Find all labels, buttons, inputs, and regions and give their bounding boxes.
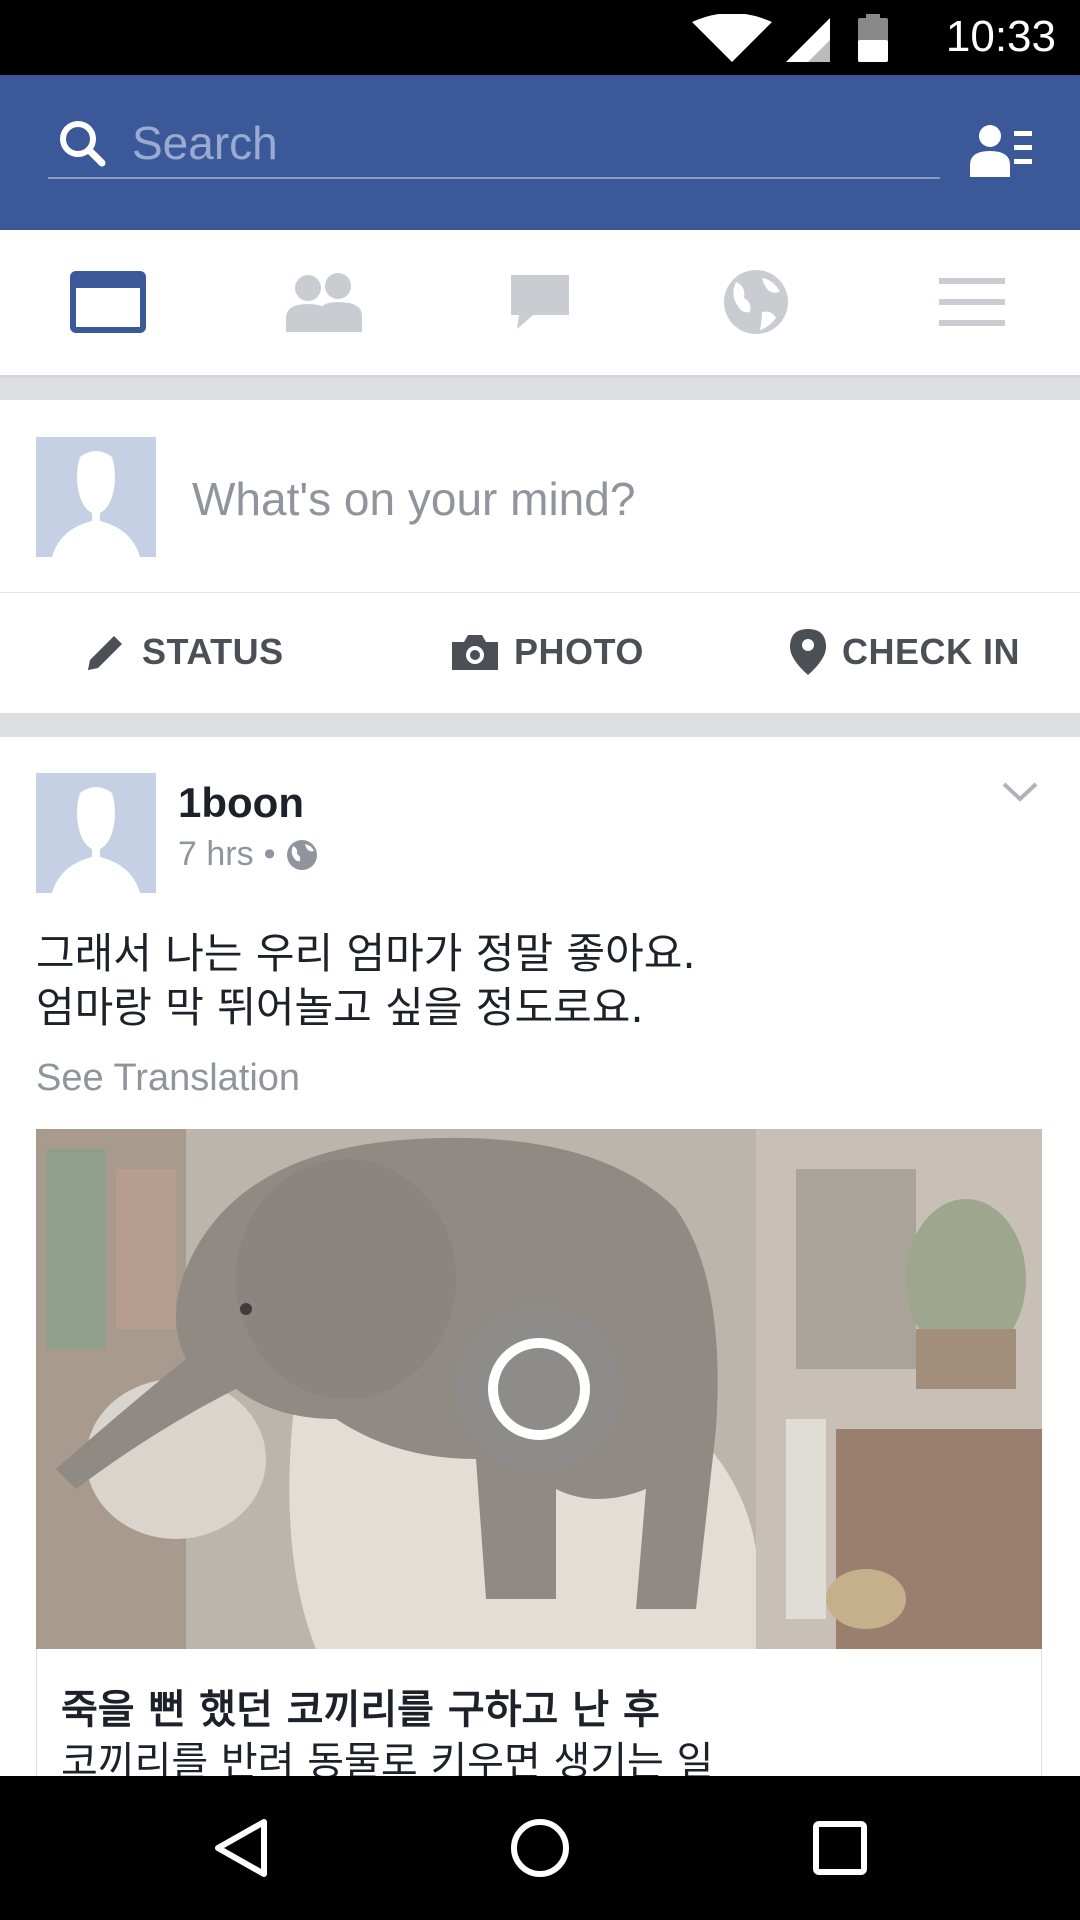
composer-actions: STATUS PHOTO CHECK IN xyxy=(0,593,1080,711)
composer-prompt[interactable]: What's on your mind? xyxy=(192,472,635,526)
chevron-down-icon[interactable] xyxy=(1000,779,1040,805)
app-header xyxy=(0,75,1080,230)
status-icons xyxy=(692,14,888,62)
check-in-label: CHECK IN xyxy=(842,631,1021,672)
status-label: STATUS xyxy=(142,631,284,672)
location-pin-icon xyxy=(790,629,826,675)
wifi-icon xyxy=(692,14,772,62)
news-feed-icon xyxy=(70,271,146,333)
recents-icon[interactable] xyxy=(804,1812,876,1884)
photo-label: PHOTO xyxy=(514,631,644,672)
home-icon[interactable] xyxy=(504,1812,576,1884)
system-nav-bar xyxy=(0,1776,1080,1920)
default-avatar-icon xyxy=(36,437,156,557)
meta-separator: • xyxy=(263,835,276,873)
check-in-button[interactable]: CHECK IN xyxy=(788,593,1020,711)
tab-more[interactable] xyxy=(932,262,1012,342)
post-text-line: 그래서 나는 우리 엄마가 정말 좋아요. xyxy=(36,929,696,978)
tab-messages[interactable] xyxy=(500,262,580,342)
chat-icon xyxy=(511,275,569,329)
default-avatar-icon xyxy=(36,773,156,893)
link-subtitle: 코끼리를 반려 동물로 키우면 생기는 일 xyxy=(61,1739,714,1780)
search-input[interactable] xyxy=(132,115,912,171)
post-text: 그래서 나는 우리 엄마가 정말 좋아요. 엄마랑 막 뛰어놀고 싶을 정도로요… xyxy=(36,927,696,1035)
photo-button[interactable]: PHOTO xyxy=(450,593,644,711)
globe-icon xyxy=(724,270,788,334)
elephant-photo xyxy=(36,1129,1042,1649)
menu-icon xyxy=(939,278,1005,326)
camera-icon xyxy=(452,635,498,670)
post-text-line: 엄마랑 막 뛰어놀고 싶을 정도로요. xyxy=(36,983,644,1032)
status-button[interactable]: STATUS xyxy=(84,593,284,711)
friends-icon xyxy=(286,273,362,332)
link-title: 죽을 뻔 했던 코끼리를 구하고 난 후 xyxy=(61,1687,660,1733)
pencil-icon xyxy=(88,636,122,670)
see-translation-link[interactable]: See Translation xyxy=(36,1057,300,1100)
post-meta: 7 hrs • xyxy=(178,835,318,874)
link-preview[interactable]: 죽을 뻔 했던 코끼리를 구하고 난 후 코끼리를 반려 동물로 키우면 생기는… xyxy=(36,1649,1042,1780)
back-icon[interactable] xyxy=(204,1812,276,1884)
tab-notifications[interactable] xyxy=(716,262,796,342)
friend-requests-icon[interactable] xyxy=(970,123,1032,177)
avatar xyxy=(36,437,156,557)
search-icon xyxy=(60,121,106,167)
composer[interactable]: What's on your mind? xyxy=(0,400,1080,593)
clock: 10:33 xyxy=(945,12,1056,61)
post-time[interactable]: 7 hrs xyxy=(178,835,254,874)
tab-bar xyxy=(0,230,1080,378)
status-bar: 10:33 xyxy=(0,0,1080,75)
divider xyxy=(0,378,1080,400)
tab-news-feed[interactable] xyxy=(68,262,148,342)
post-author[interactable]: 1boon xyxy=(178,779,304,827)
post-media[interactable] xyxy=(36,1129,1042,1649)
divider xyxy=(0,713,1080,737)
feed-post: 1boon 7 hrs • 그래서 나는 우리 엄마가 정말 좋아요. 엄마랑 … xyxy=(0,737,1080,1780)
tab-friends[interactable] xyxy=(284,262,364,342)
post-avatar[interactable] xyxy=(36,773,156,893)
search-bar[interactable] xyxy=(48,105,940,179)
public-globe-icon xyxy=(286,839,317,870)
